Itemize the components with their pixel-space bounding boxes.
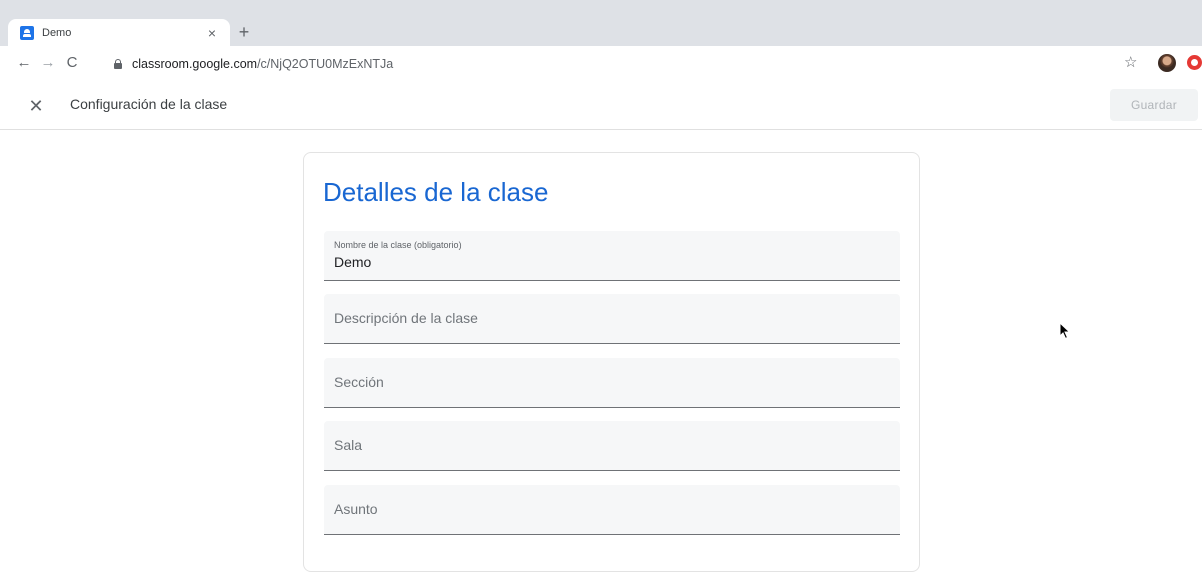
class-details-card: Detalles de la clase Nombre de la clase …	[303, 152, 920, 572]
url-host: classroom.google.com	[132, 57, 258, 71]
mouse-cursor-icon	[1059, 322, 1071, 340]
url-text[interactable]: classroom.google.com/c/NjQ2OTU0MzExNTJa	[132, 57, 393, 71]
tab-title: Demo	[42, 26, 72, 39]
profile-avatar[interactable]	[1158, 54, 1176, 72]
address-bar[interactable]: classroom.google.com/c/NjQ2OTU0MzExNTJa	[102, 53, 1102, 75]
class-description-field[interactable]: Descripción de la clase	[324, 294, 900, 344]
class-name-label: Nombre de la clase (obligatorio)	[334, 240, 462, 250]
back-arrow-icon[interactable]: ←	[14, 53, 34, 73]
subject-placeholder: Asunto	[334, 501, 378, 517]
bookmark-star-icon[interactable]: ☆	[1124, 55, 1137, 71]
save-button[interactable]: Guardar	[1110, 89, 1198, 121]
close-icon[interactable]: ✕	[24, 94, 48, 118]
room-placeholder: Sala	[334, 437, 363, 453]
room-field[interactable]: Sala	[324, 421, 900, 471]
class-description-placeholder: Descripción de la clase	[334, 310, 478, 326]
page-title: Configuración de la clase	[70, 96, 228, 112]
new-tab-icon[interactable]: +	[236, 22, 252, 42]
extension-icon[interactable]	[1187, 55, 1202, 70]
browser-toolbar: ← → C classroom.google.com/c/NjQ2OTU0MzE…	[0, 46, 1202, 82]
url-path: /c/NjQ2OTU0MzExNTJa	[257, 57, 394, 71]
google-classroom-icon	[20, 25, 34, 40]
close-tab-icon[interactable]: ×	[204, 25, 220, 41]
browser-tab-demo[interactable]: Demo ×	[8, 19, 230, 46]
browser-tabstrip: Demo × +	[0, 0, 1202, 46]
section-field[interactable]: Sección	[324, 358, 900, 408]
reload-icon[interactable]: C	[62, 53, 82, 73]
class-name-value[interactable]: Demo	[334, 254, 371, 270]
card-title: Detalles de la clase	[323, 177, 549, 207]
section-placeholder: Sección	[334, 374, 384, 390]
app-header: ✕ Configuración de la clase Guardar	[0, 82, 1202, 130]
forward-arrow-icon[interactable]: →	[38, 53, 58, 73]
lock-icon[interactable]	[114, 59, 122, 69]
subject-field[interactable]: Asunto	[324, 485, 900, 535]
class-name-field[interactable]: Nombre de la clase (obligatorio) Demo	[324, 231, 900, 281]
